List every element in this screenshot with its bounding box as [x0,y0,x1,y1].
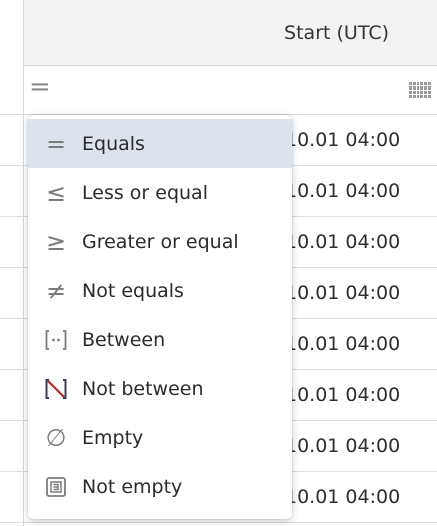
start-cell: 10.01 04:00 [285,384,401,406]
start-cell: 10.01 04:00 [285,435,401,457]
menu-item-empty[interactable]: ∅ Empty [28,413,292,462]
calendar-icon[interactable] [409,82,431,98]
greater-or-equal-icon: ≥ [45,227,67,256]
start-cell: 10.01 04:00 [285,231,401,253]
start-cell: 10.01 04:00 [285,282,401,304]
start-cell: 10.01 04:00 [285,333,401,355]
column-header[interactable]: Start (UTC) [24,0,437,66]
menu-item-label: Not between [82,377,204,400]
menu-item-label: Less or equal [82,181,208,204]
between-icon [28,315,84,364]
not-equals-icon: ≠ [45,276,67,305]
filter-operation-menu: = Equals ≤ Less or equal ≥ Greater or eq… [28,115,292,519]
menu-item-label: Not equals [82,279,184,302]
menu-item-label: Not empty [82,475,183,498]
menu-item-label: Between [82,328,166,351]
menu-item-greater-or-equal[interactable]: ≥ Greater or equal [28,217,292,266]
equals-icon: = [45,129,67,158]
menu-item-label: Greater or equal [82,230,239,253]
empty-icon: ∅ [45,423,67,452]
filter-row-gutter [0,66,24,115]
not-empty-icon [28,462,84,511]
less-or-equal-icon: ≤ [45,178,67,207]
menu-item-less-or-equal[interactable]: ≤ Less or equal [28,168,292,217]
menu-item-not-empty[interactable]: Not empty [28,462,292,511]
filter-operator-icon[interactable]: = [29,72,51,102]
start-cell: 10.01 04:00 [285,129,401,151]
menu-item-label: Equals [82,132,145,155]
start-cell: 10.01 04:00 [285,486,401,508]
menu-item-equals[interactable]: = Equals [28,119,292,168]
menu-item-label: Empty [82,426,144,449]
menu-item-between[interactable]: Between [28,315,292,364]
menu-item-not-between[interactable]: Not between [28,364,292,413]
start-cell: 10.01 04:00 [285,180,401,202]
not-between-icon [28,364,84,413]
menu-item-not-equals[interactable]: ≠ Not equals [28,266,292,315]
column-header-title: Start (UTC) [284,22,389,44]
filter-row [24,66,437,115]
